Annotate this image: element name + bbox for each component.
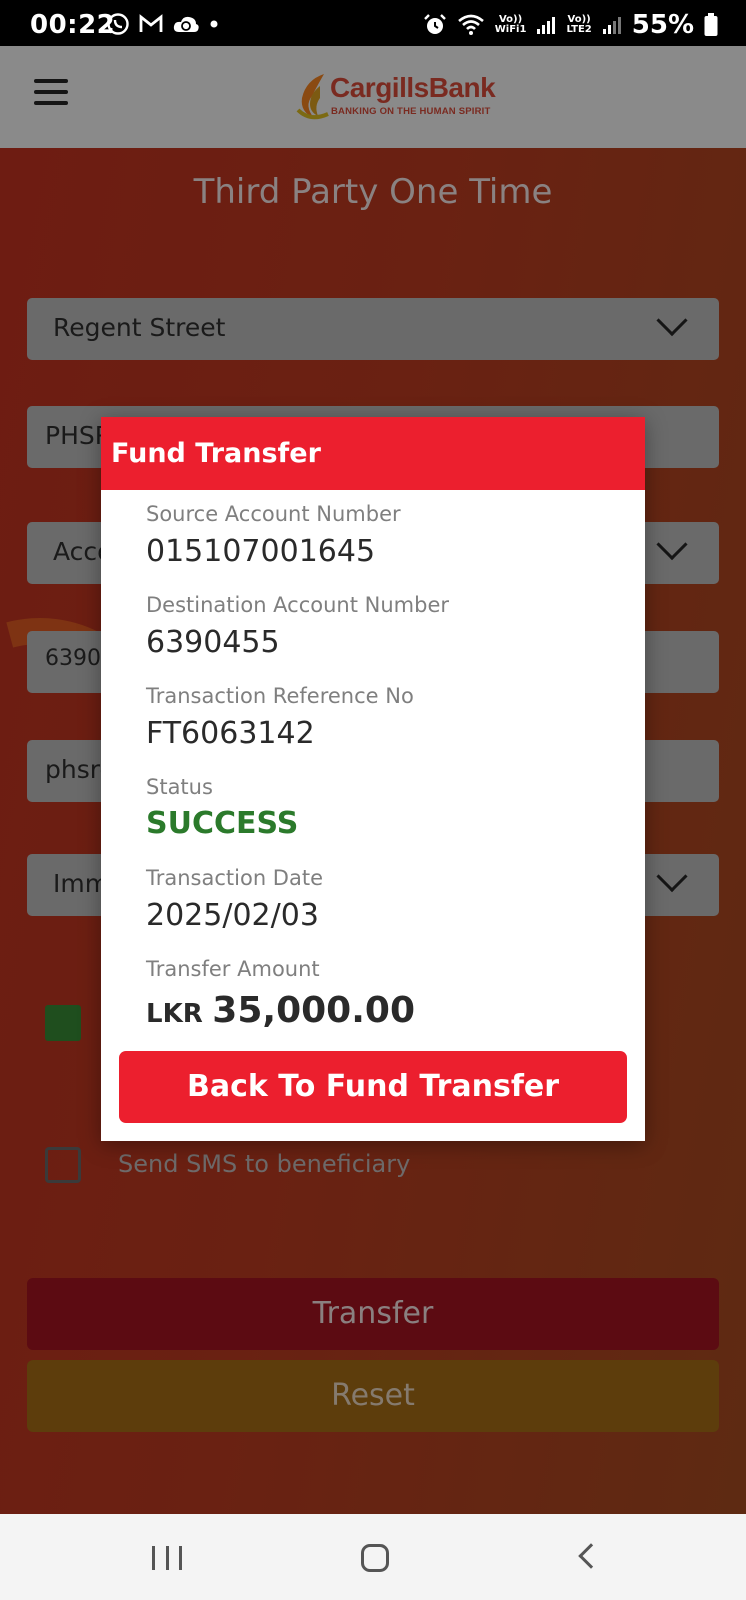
hamburger-menu-icon[interactable]	[34, 79, 68, 105]
reference-label: Transaction Reference No	[146, 684, 414, 708]
back-to-fund-transfer-button[interactable]: Back To Fund Transfer	[119, 1051, 627, 1123]
logo-tagline: BANKING ON THE HUMAN SPIRIT	[331, 106, 491, 117]
transaction-date-label: Transaction Date	[146, 866, 324, 890]
bank-logo: CargillsBank BANKING ON THE HUMAN SPIRIT	[294, 68, 514, 128]
account-number-value: 6390	[45, 646, 101, 671]
recents-icon[interactable]	[152, 1546, 182, 1570]
lte-label-bottom: LTE2	[566, 24, 592, 35]
battery-icon	[704, 13, 718, 36]
chevron-down-icon	[656, 860, 688, 893]
fund-transfer-dialog: Fund Transfer Source Account Number 0151…	[101, 417, 645, 1141]
destination-account-label: Destination Account Number	[146, 593, 450, 617]
transfer-amount-label: Transfer Amount	[146, 957, 320, 981]
destination-account-value: 6390455	[146, 625, 280, 660]
signal-icon	[537, 17, 556, 34]
send-sms-label: Send SMS to beneficiary	[118, 1150, 411, 1178]
status-time: 00:22	[30, 10, 116, 40]
send-sms-checkbox[interactable]	[45, 1147, 81, 1183]
source-account-value: 015107001645	[146, 534, 376, 569]
reference-value: FT6063142	[146, 716, 315, 751]
branch-select-value: Regent Street	[53, 313, 226, 342]
back-icon[interactable]	[578, 1543, 604, 1569]
signal-icon	[602, 17, 621, 34]
logo-name: CargillsBank	[330, 72, 496, 103]
status-label: Status	[146, 775, 213, 799]
status-right-icons: Vo)) WiFi1 Vo)) LTE2 55%	[423, 10, 718, 40]
page-title: Third Party One Time	[193, 172, 553, 212]
dot-indicator-icon	[210, 20, 218, 28]
system-nav-bar	[0, 1514, 746, 1600]
wifi-label-bottom: WiFi1	[494, 24, 527, 35]
reset-button[interactable]: Reset	[27, 1360, 719, 1432]
battery-percent: 55%	[631, 10, 694, 40]
transfer-amount: LKR 35,000.00	[146, 990, 415, 1031]
wifi-calling-label: Vo)) WiFi1	[495, 15, 527, 35]
chevron-down-icon	[656, 528, 688, 561]
notification-icons	[106, 12, 220, 36]
status-value: SUCCESS	[146, 806, 299, 841]
app-header: CargillsBank BANKING ON THE HUMAN SPIRIT	[0, 46, 746, 148]
amount-value: 35,000.00	[212, 990, 415, 1031]
amount-currency: LKR	[146, 999, 203, 1029]
transaction-date-value: 2025/02/03	[146, 898, 319, 933]
whatsapp-icon	[107, 13, 129, 35]
checked-checkbox[interactable]	[45, 1005, 81, 1041]
chevron-down-icon	[656, 304, 688, 337]
wifi-icon	[457, 14, 484, 35]
transfer-button[interactable]: Transfer	[27, 1278, 719, 1350]
source-account-label: Source Account Number	[146, 502, 401, 526]
dialog-title: Fund Transfer	[101, 417, 645, 490]
home-icon[interactable]	[361, 1544, 389, 1572]
logo-flame-icon	[296, 74, 329, 120]
lte-label: Vo)) LTE2	[566, 15, 591, 35]
gmail-icon	[139, 14, 163, 32]
cloud-sync-icon	[173, 16, 199, 32]
branch-select[interactable]: Regent Street	[27, 298, 719, 360]
alarm-icon	[423, 14, 446, 34]
status-bar: 00:22 Vo)) WiFi1 Vo)) LTE2 55%	[0, 0, 746, 46]
